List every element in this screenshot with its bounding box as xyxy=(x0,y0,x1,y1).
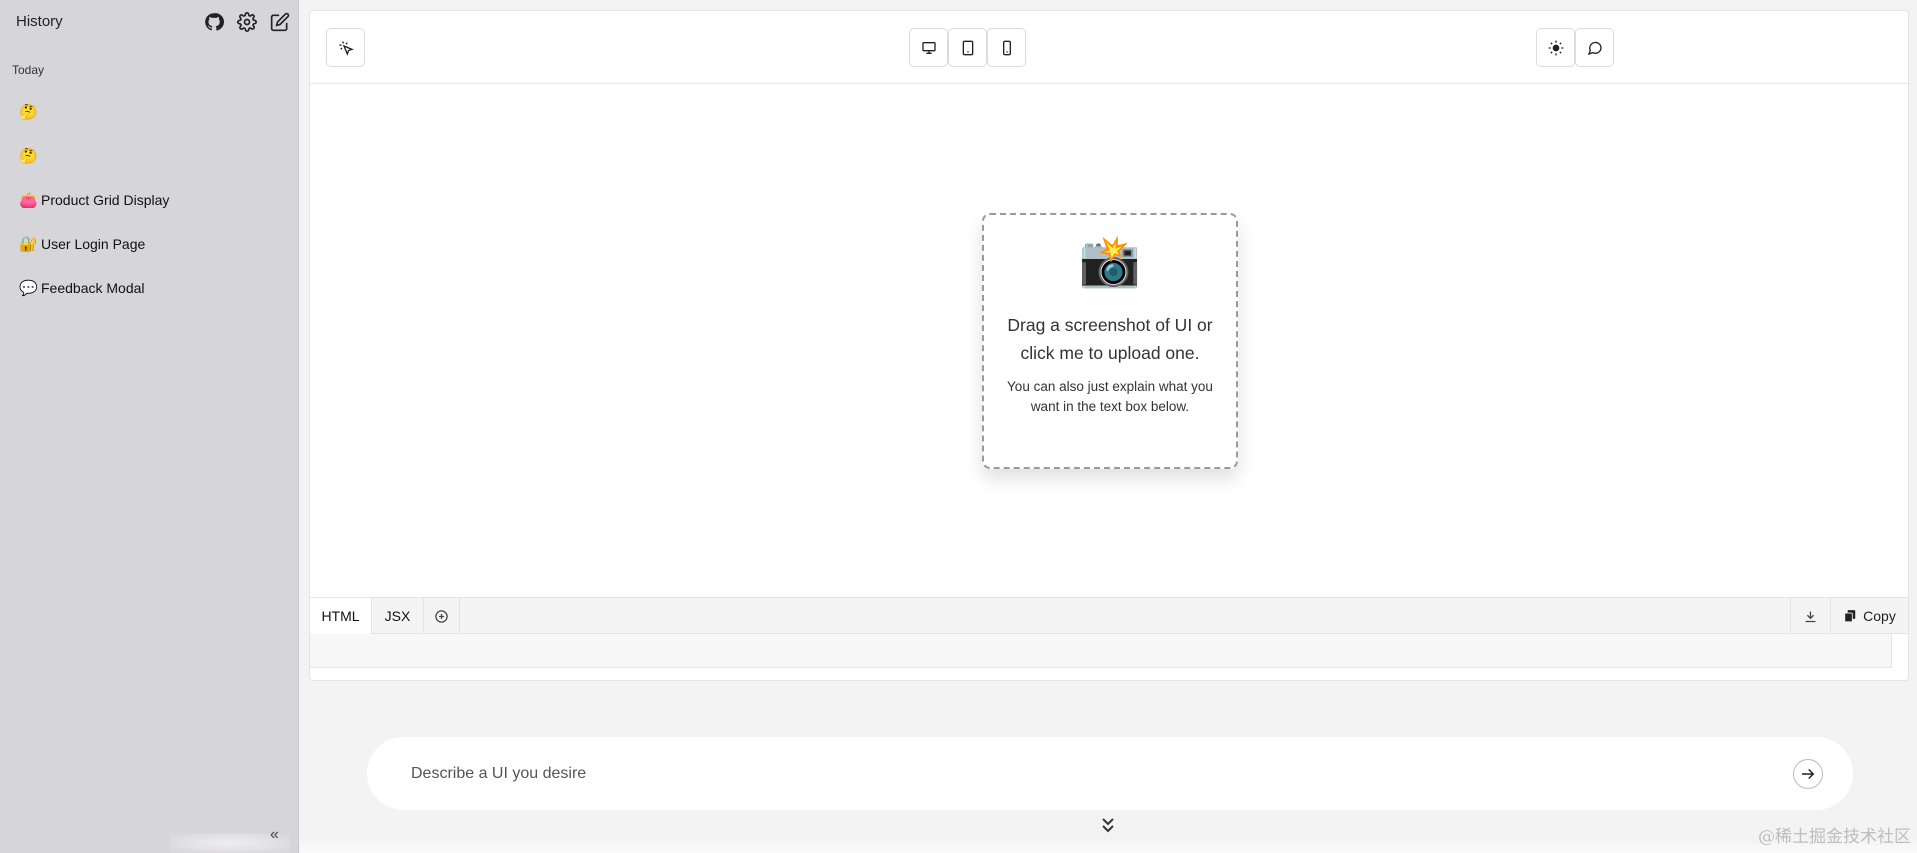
lock-emoji-icon: 🔐 xyxy=(19,236,38,253)
thinking-emoji-icon: 🤔 xyxy=(19,104,38,121)
tab-jsx[interactable]: JSX xyxy=(372,598,424,634)
history-sidebar: History Today 🤔 🤔 👛 Product Grid Display … xyxy=(0,0,299,853)
dropzone-title: Drag a screenshot of UI or click me to u… xyxy=(1007,315,1213,363)
desktop-view-button[interactable] xyxy=(909,28,948,67)
expand-button[interactable] xyxy=(1100,815,1116,840)
desktop-icon xyxy=(921,41,936,54)
tablet-icon xyxy=(962,40,973,55)
history-item[interactable]: 🤔 xyxy=(19,90,169,134)
gear-icon[interactable] xyxy=(236,11,257,32)
speech-bubble-emoji-icon: 💬 xyxy=(19,280,38,297)
prompt-bar xyxy=(367,737,1853,810)
history-item-product-grid[interactable]: 👛 Product Grid Display xyxy=(19,178,169,222)
history-item-label: Feedback Modal xyxy=(41,280,145,296)
copy-button[interactable]: Copy xyxy=(1830,598,1908,634)
cursor-click-icon xyxy=(338,40,354,56)
history-item-label: Product Grid Display xyxy=(41,192,170,208)
collapse-sidebar-button[interactable]: « xyxy=(270,826,279,844)
chat-button[interactable] xyxy=(1575,28,1614,67)
history-item-feedback-modal[interactable]: 💬 Feedback Modal xyxy=(19,266,169,310)
arrow-right-icon xyxy=(1802,768,1815,780)
history-item-label: User Login Page xyxy=(41,236,146,252)
purse-emoji-icon: 👛 xyxy=(19,192,38,209)
chat-icon xyxy=(1587,41,1602,55)
upload-dropzone[interactable]: 📸 Drag a screenshot of UI or click me to… xyxy=(982,213,1238,469)
copy-label: Copy xyxy=(1863,608,1896,624)
send-button[interactable] xyxy=(1793,759,1823,789)
tablet-view-button[interactable] xyxy=(948,28,987,67)
mobile-icon xyxy=(1002,40,1011,55)
dropzone-subtitle: You can also just explain what you want … xyxy=(1007,379,1213,414)
code-tab-bar: HTML JSX Copy xyxy=(310,597,1908,634)
sidebar-actions xyxy=(203,11,290,32)
camera-flash-icon: 📸 xyxy=(1078,233,1142,289)
section-today: Today xyxy=(12,63,45,77)
watermark: @稀土掘金技术社区 xyxy=(1758,827,1911,847)
copy-icon xyxy=(1844,610,1856,623)
github-icon[interactable] xyxy=(203,11,224,32)
sidebar-title: History xyxy=(16,13,63,30)
thinking-emoji-icon: 🤔 xyxy=(19,148,38,165)
preview-toolbar xyxy=(310,11,1908,84)
prompt-input[interactable] xyxy=(411,737,1711,810)
mobile-view-button[interactable] xyxy=(987,28,1026,67)
edit-icon[interactable] xyxy=(269,11,290,32)
plus-circle-icon xyxy=(435,609,448,623)
history-item[interactable]: 🤔 xyxy=(19,134,169,178)
select-element-button[interactable] xyxy=(326,28,365,67)
download-icon xyxy=(1805,611,1816,622)
chevrons-down-icon xyxy=(1102,818,1114,833)
sun-icon xyxy=(1548,40,1563,55)
add-tab-button[interactable] xyxy=(424,598,460,634)
bottom-fade xyxy=(300,839,1917,853)
download-button[interactable] xyxy=(1790,598,1830,634)
history-list: 🤔 🤔 👛 Product Grid Display 🔐 User Login Pa… xyxy=(19,90,169,310)
history-item-user-login[interactable]: 🔐 User Login Page xyxy=(19,222,169,266)
tab-html[interactable]: HTML xyxy=(310,598,372,634)
theme-toggle-button[interactable] xyxy=(1536,28,1575,67)
code-editor[interactable] xyxy=(310,634,1892,668)
preview-panel: 📸 Drag a screenshot of UI or click me to… xyxy=(309,10,1909,681)
